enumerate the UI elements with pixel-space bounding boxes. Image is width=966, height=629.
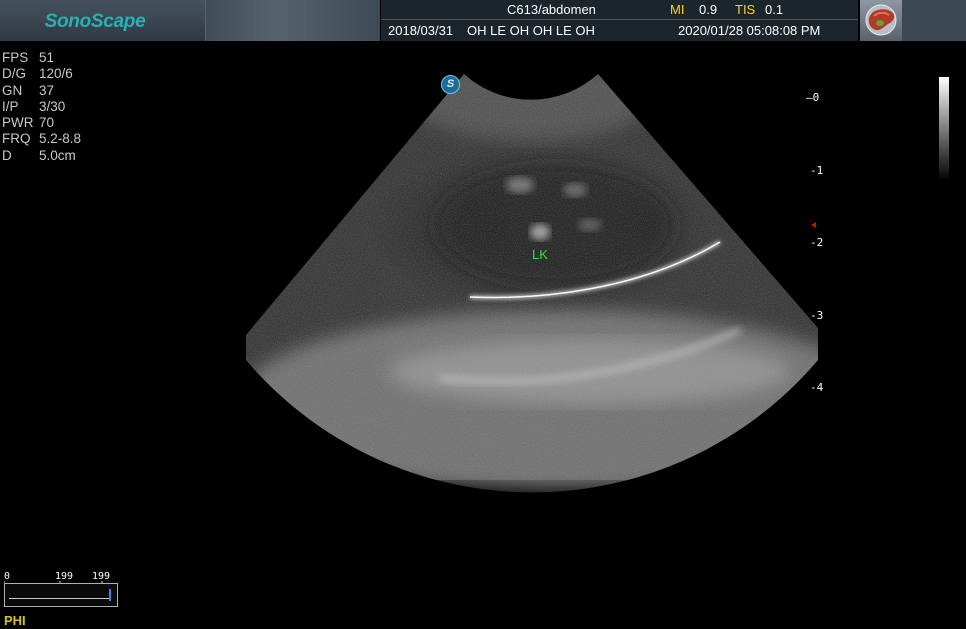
annotation-label[interactable]: LK (532, 247, 548, 262)
orientation-marker: S (441, 75, 460, 94)
cine-track (9, 598, 111, 599)
cine-cursor[interactable] (109, 589, 111, 601)
depth-tick-label: -3 (810, 309, 824, 322)
depth-tick-label: -4 (810, 381, 824, 394)
depth-tick-label: -1 (810, 164, 824, 177)
cine-slider[interactable] (4, 583, 118, 607)
depth-tick-label: —0 (806, 91, 820, 104)
phi-mode-label: PHI (4, 613, 26, 628)
sector-scan (246, 74, 818, 490)
depth-tick-label: -2 (810, 236, 824, 249)
focus-marker[interactable] (811, 222, 816, 228)
grayscale-bar (939, 77, 949, 181)
